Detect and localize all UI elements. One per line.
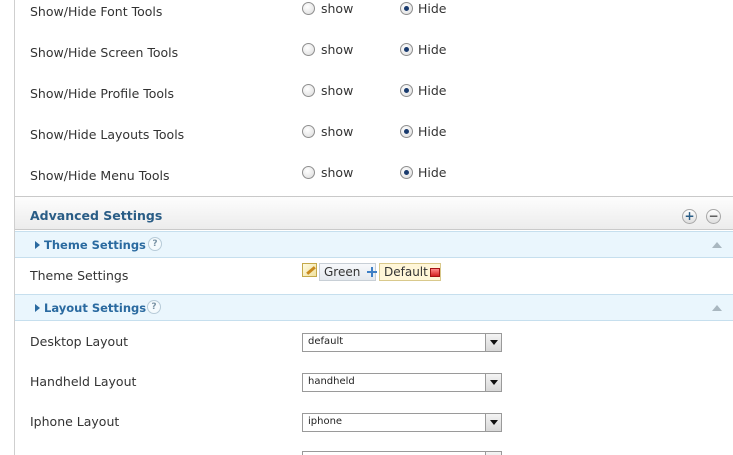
toggle-label: Show/Hide Screen Tools bbox=[30, 45, 179, 60]
toggle-label: Show/Hide Profile Tools bbox=[30, 86, 175, 101]
next-layout-row bbox=[15, 451, 733, 455]
chevron-down-icon[interactable] bbox=[485, 334, 501, 351]
collapse-up-icon[interactable] bbox=[712, 305, 722, 311]
radio-hide-label[interactable]: Hide bbox=[418, 42, 447, 57]
move-cross-icon[interactable] bbox=[367, 267, 377, 277]
radio-show-label[interactable]: show bbox=[321, 1, 353, 16]
select-value: iphone bbox=[308, 416, 343, 427]
toggle-label: Show/Hide Font Tools bbox=[30, 4, 163, 19]
select-value: handheld bbox=[308, 376, 355, 387]
radio-hide-label[interactable]: Hide bbox=[418, 1, 447, 16]
radio-show-label[interactable]: show bbox=[321, 83, 353, 98]
theme-settings-label: Theme Settings bbox=[30, 268, 129, 283]
layout-settings-header[interactable]: Layout Settings ? bbox=[15, 294, 733, 321]
toggle-row-screen-tools: Show/Hide Screen Tools show Hide bbox=[15, 42, 733, 63]
radio-show[interactable] bbox=[302, 166, 315, 179]
toggle-label: Show/Hide Menu Tools bbox=[30, 168, 170, 183]
expand-arrow-icon[interactable] bbox=[35, 241, 40, 249]
settings-panel: Show/Hide Font Tools show Hide Show/Hide… bbox=[14, 0, 733, 455]
plus-circle-icon[interactable]: + bbox=[682, 209, 697, 224]
theme-chip-label: Green bbox=[324, 265, 361, 279]
radio-hide[interactable] bbox=[400, 2, 413, 15]
desktop-layout-row: Desktop Layout default bbox=[15, 333, 733, 374]
help-icon[interactable]: ? bbox=[148, 237, 162, 251]
radio-hide[interactable] bbox=[400, 43, 413, 56]
toggle-row-profile-tools: Show/Hide Profile Tools show Hide bbox=[15, 83, 733, 104]
toggle-row-font-tools: Show/Hide Font Tools show Hide bbox=[15, 1, 733, 22]
theme-settings-row: Theme Settings Green Default bbox=[15, 258, 733, 294]
edit-icon[interactable] bbox=[302, 263, 317, 277]
radio-hide-label[interactable]: Hide bbox=[418, 165, 447, 180]
radio-hide-label[interactable]: Hide bbox=[418, 83, 447, 98]
radio-show-label[interactable]: show bbox=[321, 124, 353, 139]
theme-chip-green[interactable]: Green bbox=[319, 263, 377, 281]
radio-show[interactable] bbox=[302, 43, 315, 56]
theme-settings-header[interactable]: Theme Settings ? bbox=[15, 231, 733, 258]
advanced-settings-header[interactable]: Advanced Settings + − bbox=[15, 196, 733, 230]
radio-show[interactable] bbox=[302, 125, 315, 138]
layout-settings-title[interactable]: Layout Settings bbox=[44, 301, 146, 315]
iphone-layout-row: Iphone Layout iphone bbox=[15, 413, 733, 454]
toggle-row-layouts-tools: Show/Hide Layouts Tools show Hide bbox=[15, 124, 733, 145]
theme-chip-label: Default bbox=[384, 265, 428, 279]
desktop-layout-label: Desktop Layout bbox=[30, 334, 129, 349]
chevron-down-icon[interactable] bbox=[485, 374, 501, 391]
radio-hide-label[interactable]: Hide bbox=[418, 124, 447, 139]
radio-hide[interactable] bbox=[400, 84, 413, 97]
chevron-down-icon[interactable] bbox=[485, 414, 501, 431]
collapse-up-icon[interactable] bbox=[712, 242, 722, 248]
handheld-layout-select[interactable]: handheld bbox=[302, 373, 502, 392]
iphone-layout-label: Iphone Layout bbox=[30, 414, 120, 429]
handheld-layout-row: Handheld Layout handheld bbox=[15, 373, 733, 414]
theme-settings-title[interactable]: Theme Settings bbox=[44, 238, 146, 252]
next-layout-select[interactable] bbox=[302, 451, 502, 455]
theme-chip-default[interactable]: Default bbox=[379, 263, 441, 281]
radio-hide[interactable] bbox=[400, 166, 413, 179]
radio-show-label[interactable]: show bbox=[321, 42, 353, 57]
help-icon[interactable]: ? bbox=[147, 300, 161, 314]
radio-hide[interactable] bbox=[400, 125, 413, 138]
toggle-label: Show/Hide Layouts Tools bbox=[30, 127, 185, 142]
radio-show[interactable] bbox=[302, 2, 315, 15]
toggle-row-menu-tools: Show/Hide Menu Tools show Hide bbox=[15, 165, 733, 186]
delete-icon[interactable] bbox=[430, 268, 440, 277]
radio-show-label[interactable]: show bbox=[321, 165, 353, 180]
select-value: default bbox=[308, 336, 344, 347]
advanced-settings-title[interactable]: Advanced Settings bbox=[30, 208, 162, 223]
minus-circle-icon[interactable]: − bbox=[706, 209, 721, 224]
handheld-layout-label: Handheld Layout bbox=[30, 374, 137, 389]
expand-arrow-icon[interactable] bbox=[35, 304, 40, 312]
iphone-layout-select[interactable]: iphone bbox=[302, 413, 502, 432]
desktop-layout-select[interactable]: default bbox=[302, 333, 502, 352]
radio-show[interactable] bbox=[302, 84, 315, 97]
